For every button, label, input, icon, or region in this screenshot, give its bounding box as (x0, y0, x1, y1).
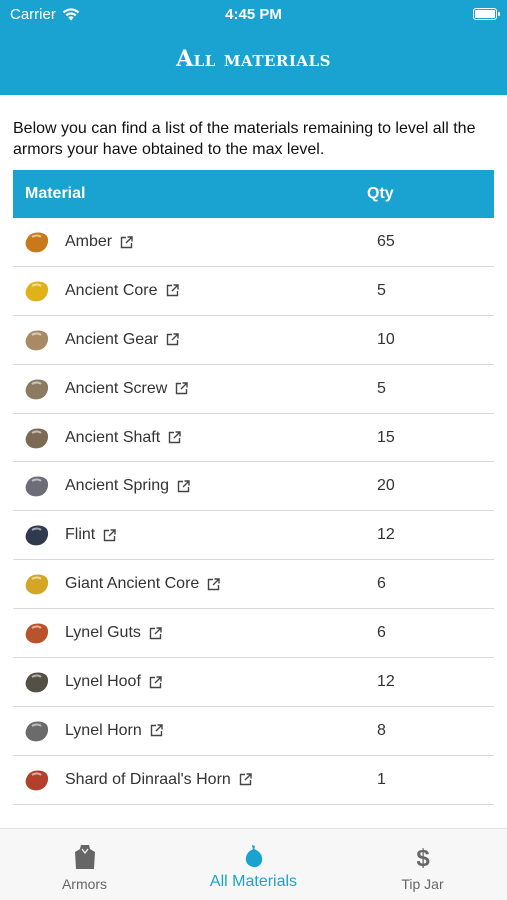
flint-icon (25, 525, 49, 546)
material-name-link[interactable]: Giant Ancient Core (65, 575, 220, 593)
material-name-link[interactable]: Ancient Screw (65, 380, 188, 398)
material-name: Ancient Gear (65, 330, 159, 348)
material-qty: 12 (377, 673, 395, 691)
table-row[interactable]: Lynel Horn 8 (13, 707, 494, 756)
status-bar: Carrier 4:45 PM (0, 0, 507, 28)
material-name-link[interactable]: Lynel Horn (65, 722, 163, 740)
material-name-link[interactable]: Ancient Shaft (65, 429, 181, 447)
ancient-screw-icon (25, 379, 49, 400)
tab-tip-jar-label: Tip Jar (401, 876, 444, 892)
armor-icon (74, 845, 95, 869)
external-link-icon[interactable] (149, 675, 162, 689)
ancient-gear-icon (25, 330, 49, 351)
column-header-qty: Qty (367, 185, 394, 202)
table-row[interactable]: Ancient Gear 10 (13, 316, 494, 365)
material-name-link[interactable]: Ancient Core (65, 282, 179, 300)
material-name-link[interactable]: Shard of Dinraal's Horn (65, 771, 252, 789)
material-qty: 20 (377, 477, 395, 495)
external-link-icon[interactable] (175, 382, 188, 395)
svg-text:$: $ (416, 845, 430, 871)
material-name-link[interactable]: Ancient Spring (65, 477, 190, 495)
dollar-icon: $ (416, 845, 430, 871)
amber-icon (25, 232, 49, 253)
material-name: Ancient Core (65, 281, 158, 299)
external-link-icon[interactable] (103, 529, 116, 542)
material-name: Giant Ancient Core (65, 575, 200, 593)
material-name-link[interactable]: Lynel Guts (65, 624, 162, 642)
tab-armors-label: Armors (61, 876, 108, 892)
material-qty: 6 (377, 624, 386, 642)
external-link-icon[interactable] (207, 578, 220, 591)
table-row[interactable]: Ancient Spring 20 (13, 462, 494, 512)
materials-list[interactable]: Amber 65 Ancient Core 5 Ancient Gear 10 Ancien… (13, 218, 494, 820)
material-name: Ancient Spring (65, 477, 170, 495)
external-link-icon[interactable] (150, 724, 163, 737)
table-row[interactable]: Amber 65 (13, 218, 494, 267)
table-row[interactable]: Ancient Screw 5 (13, 365, 494, 414)
material-drop-icon (245, 845, 262, 868)
tab-all-materials-label: All Materials (209, 873, 298, 890)
material-name: Flint (65, 526, 96, 544)
material-qty: 10 (377, 330, 395, 348)
material-name-link[interactable]: Flint (65, 526, 116, 544)
external-link-icon[interactable] (239, 773, 252, 786)
table-row[interactable]: Ancient Shaft 15 (13, 414, 494, 463)
external-link-icon[interactable] (166, 284, 179, 297)
external-link-icon[interactable] (168, 431, 181, 444)
dinraal-horn-icon (25, 770, 49, 791)
intro-text: Below you can find a list of the materia… (13, 120, 476, 158)
material-qty: 6 (377, 575, 386, 593)
material-name: Shard of Dinraal's Horn (65, 770, 231, 788)
table-row[interactable]: Lynel Hoof 12 (13, 658, 494, 707)
table-row[interactable]: Lynel Guts 6 (13, 609, 494, 659)
materials-table: Material Qty (13, 170, 494, 218)
column-header-material: Material (25, 185, 86, 202)
material-qty: 12 (377, 526, 395, 544)
ancient-shaft-icon (25, 428, 49, 448)
app-header: Carrier 4:45 PM All materials (0, 0, 507, 95)
material-qty: 5 (377, 379, 386, 397)
material-name: Lynel Hoof (65, 673, 141, 691)
material-name-link[interactable]: Amber (65, 233, 133, 251)
tab-tip-jar[interactable]: $ Tip Jar (338, 829, 507, 900)
table-header: Material Qty (13, 170, 494, 218)
status-time: 4:45 PM (225, 6, 282, 23)
tab-armors[interactable]: Armors (0, 829, 169, 900)
material-qty: 1 (377, 770, 386, 788)
tab-bar: Armors All Materials $ Tip Jar (0, 828, 507, 900)
material-qty: 5 (377, 281, 386, 299)
table-row[interactable]: Shard of Dinraal's Horn 1 (13, 756, 494, 805)
material-name-link[interactable]: Ancient Gear (65, 330, 180, 349)
material-qty: 65 (377, 233, 395, 250)
external-link-icon[interactable] (166, 333, 180, 346)
lynel-horn-icon (25, 721, 49, 742)
giant-ancient-core-icon (25, 574, 49, 595)
lynel-hoof-icon (25, 672, 49, 693)
table-row[interactable]: Ancient Core 5 (13, 267, 494, 316)
material-name-link[interactable]: Lynel Hoof (65, 673, 162, 691)
table-row[interactable]: Giant Ancient Core 6 (13, 560, 494, 610)
material-name: Amber (65, 233, 113, 250)
material-name: Ancient Shaft (65, 428, 161, 446)
tab-all-materials[interactable]: All Materials (169, 829, 338, 900)
material-name: Ancient Screw (65, 379, 168, 397)
lynel-guts-icon (25, 623, 49, 644)
material-name: Lynel Horn (65, 721, 142, 739)
material-name: Lynel Guts (65, 624, 141, 642)
ancient-spring-icon (25, 476, 49, 497)
external-link-icon[interactable] (177, 480, 190, 493)
battery-icon (473, 8, 500, 20)
material-qty: 8 (377, 721, 386, 739)
material-qty: 15 (377, 428, 395, 446)
page-title: All materials (176, 46, 331, 72)
ancient-core-icon (25, 281, 49, 302)
table-row[interactable]: Flint 12 (13, 511, 494, 561)
external-link-icon[interactable] (149, 626, 162, 640)
external-link-icon[interactable] (120, 235, 133, 249)
